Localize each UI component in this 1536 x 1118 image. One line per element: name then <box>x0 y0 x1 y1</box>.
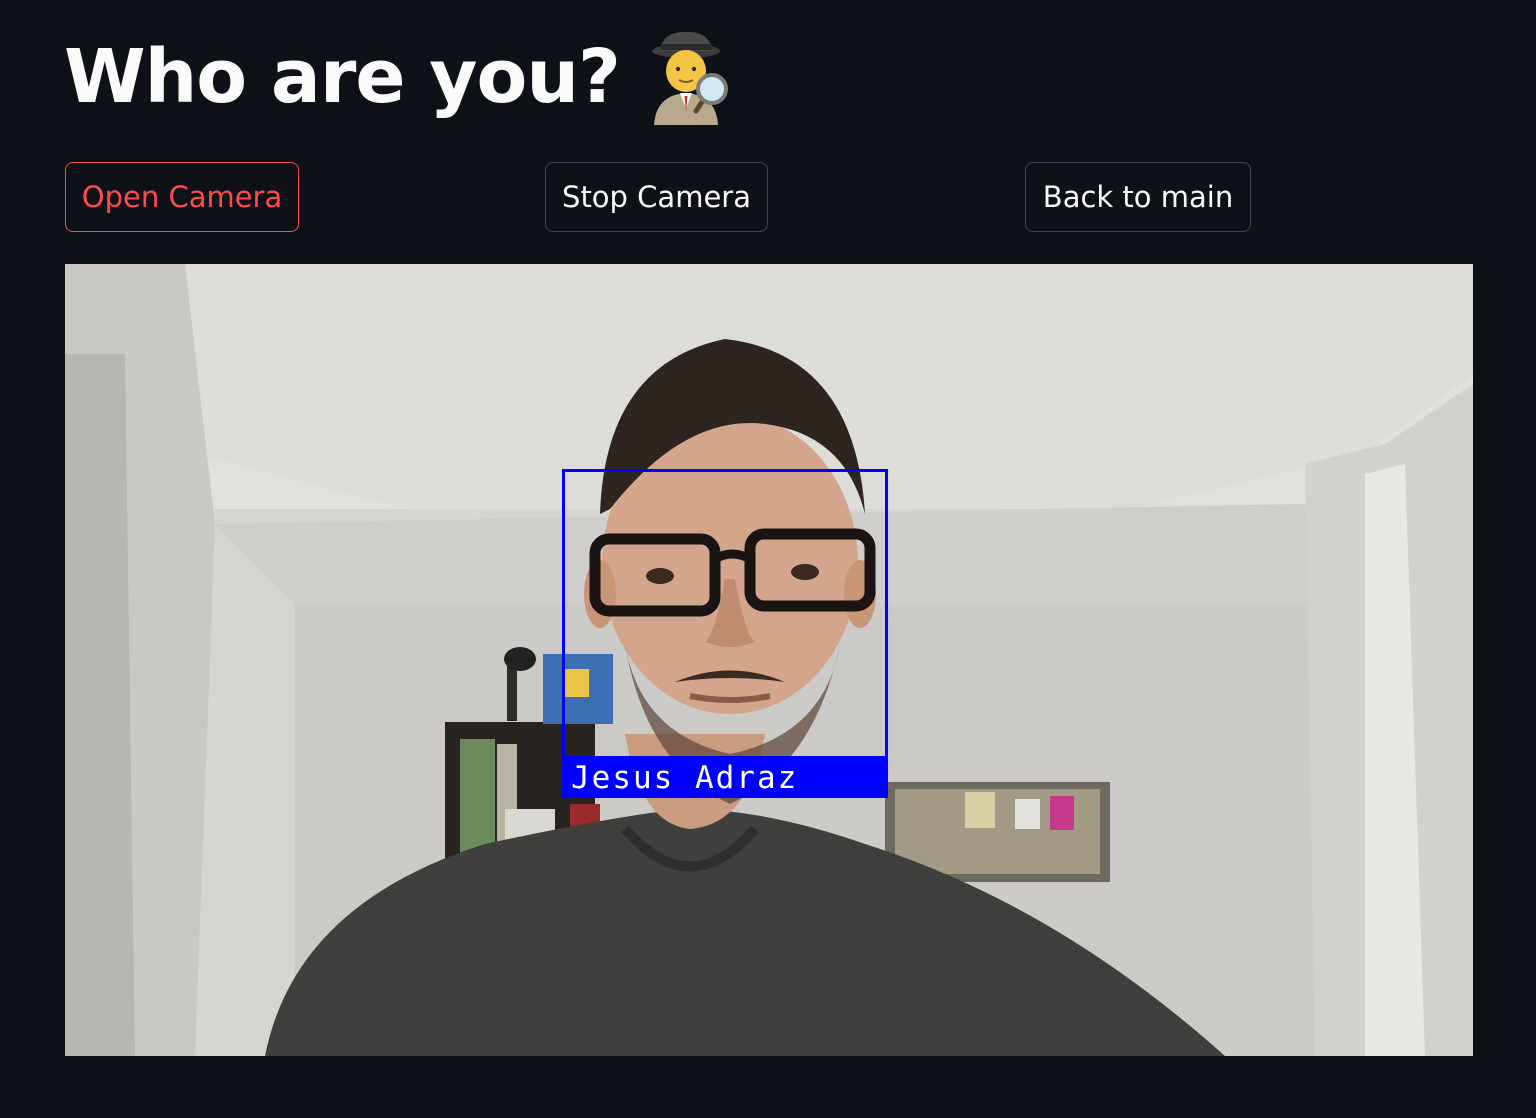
back-to-main-button[interactable]: Back to main <box>1025 162 1251 232</box>
page-title-text: Who are you? <box>64 34 621 120</box>
face-detection-box <box>562 469 888 759</box>
face-detection-label: Jesus Adraz <box>562 758 888 798</box>
page-title: Who are you? <box>64 22 730 132</box>
open-camera-button[interactable]: Open Camera <box>65 162 299 232</box>
camera-feed: Jesus Adraz <box>65 264 1473 1056</box>
detective-emoji-icon <box>646 29 730 125</box>
app-page: Who are you? Open Camera Stop Camera Bac… <box>0 0 1536 1118</box>
stop-camera-button[interactable]: Stop Camera <box>545 162 768 232</box>
